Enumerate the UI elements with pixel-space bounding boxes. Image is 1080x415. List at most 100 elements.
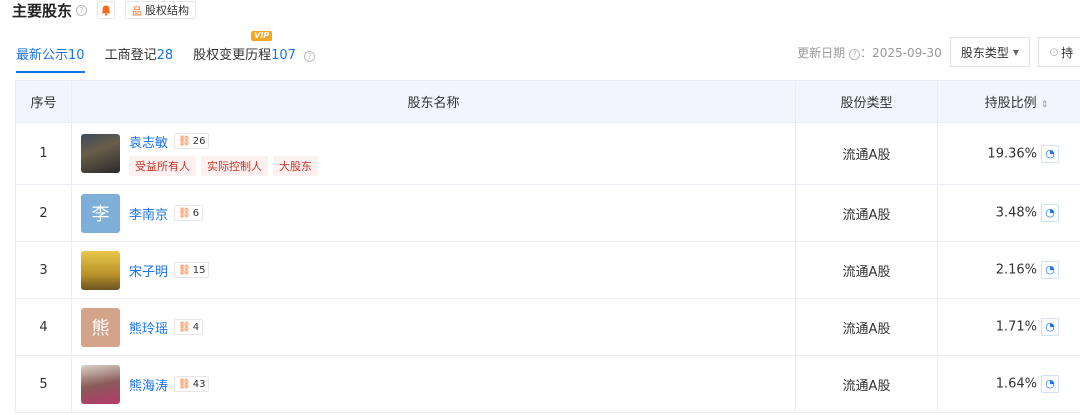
ratio-value: 1.64%: [995, 376, 1037, 392]
column-header-share-type: 股份类型: [795, 80, 938, 123]
ratio-value: 19.36%: [987, 146, 1037, 161]
caret-down-icon: ▼: [1012, 47, 1019, 57]
update-label: 更新日期: [797, 45, 846, 60]
share-type: 流通A股: [795, 122, 938, 185]
row-index: 3: [15, 241, 72, 299]
relation-count: 43: [192, 378, 206, 390]
table-row: 3 宋子明 ⛓ 15 流通A股 2.16% ◔: [15, 241, 1080, 299]
section-title: 主要股东: [12, 1, 73, 20]
avatar[interactable]: [81, 364, 120, 404]
ratio-cell: 3.48% ◔: [937, 184, 1080, 242]
row-index: 2: [15, 184, 72, 242]
pie-chart-icon[interactable]: ◔: [1041, 318, 1059, 336]
sort-icon[interactable]: ⇕: [1041, 100, 1049, 110]
holder-cell: 宋子明 ⛓ 15: [71, 241, 796, 299]
tab-count: 28: [156, 48, 174, 63]
table-row: 2 李 李南京 ⛓ 6 流通A股 3.48% ◔: [15, 184, 1080, 242]
shareholder-type-filter[interactable]: 股东类型 ▼: [949, 37, 1030, 67]
ratio-cell: 2.16% ◔: [937, 241, 1080, 299]
update-date: 更新日期? ：2025-09-30: [797, 44, 942, 61]
help-icon[interactable]: ?: [849, 48, 861, 60]
update-value: ：2025-09-30: [860, 45, 942, 60]
relation-icon: ⛓: [178, 264, 191, 276]
holder-name-link[interactable]: 宋子明: [129, 261, 168, 280]
follow-button[interactable]: [97, 1, 116, 19]
relation-icon: ⛓: [178, 135, 191, 147]
holder-name-link[interactable]: 熊玲瑶: [129, 318, 168, 337]
row-index: 1: [15, 122, 72, 185]
relation-count: 15: [192, 264, 206, 276]
tag-actual-controller: 实际控制人: [201, 155, 268, 176]
ratio-value: 1.71%: [995, 319, 1037, 335]
avatar[interactable]: 李: [81, 193, 120, 233]
avatar[interactable]: [81, 134, 120, 173]
share-type: 流通A股: [795, 241, 938, 299]
holder-name-link[interactable]: 李南京: [129, 204, 168, 223]
avatar[interactable]: [81, 250, 120, 290]
share-type: 流通A股: [795, 298, 938, 356]
column-header-ratio[interactable]: 持股比例 ⇕: [937, 80, 1080, 123]
relation-icon: ⛓: [178, 378, 191, 390]
pie-chart-icon[interactable]: ◔: [1041, 375, 1059, 393]
ratio-header-label: 持股比例: [984, 96, 1037, 111]
column-header-index: 序号: [15, 80, 72, 123]
tab-label: 工商登记: [104, 48, 157, 63]
holder-cell: 李 李南京 ⛓ 6: [71, 184, 796, 242]
help-icon[interactable]: ?: [76, 4, 88, 16]
tab-label: 最新公示: [16, 48, 69, 63]
tab-business-registration[interactable]: 工商登记28: [105, 44, 174, 73]
equity-structure-label: 股权结构: [145, 4, 190, 17]
tab-count: 10: [68, 48, 85, 63]
tab-count: 107: [271, 48, 296, 63]
bell-icon: [101, 5, 111, 16]
tab-bar: 最新公示10 工商登记28 VIP 股权变更历程107 ?: [16, 31, 335, 73]
table-row: 4 熊 熊玲瑶 ⛓ 4 流通A股 1.71% ◔: [15, 298, 1080, 356]
relation-badge[interactable]: ⛓ 26: [174, 133, 210, 149]
share-type: 流通A股: [795, 355, 938, 413]
toolbar: 更新日期? ：2025-09-30 股东类型 ▼ ⊙ 持: [797, 37, 1080, 67]
relation-badge[interactable]: ⛓ 15: [174, 262, 210, 278]
ratio-cell: 1.64% ◔: [937, 355, 1080, 413]
row-index: 4: [15, 298, 72, 356]
ratio-cell: 19.36% ◔: [937, 122, 1080, 185]
ratio-value: 2.16%: [995, 262, 1037, 278]
holder-name-link[interactable]: 熊海涛: [129, 375, 168, 394]
holding-filter[interactable]: ⊙ 持: [1038, 37, 1080, 67]
holder-name-link[interactable]: 袁志敏: [129, 132, 168, 151]
help-icon[interactable]: ?: [304, 51, 316, 62]
relation-icon: ⛓: [178, 321, 191, 333]
filter-label: 股东类型: [960, 45, 1009, 60]
relation-count: 4: [192, 321, 200, 333]
relation-count: 6: [192, 207, 200, 219]
ratio-cell: 1.71% ◔: [937, 298, 1080, 356]
shareholder-table: 序号 股东名称 股份类型 持股比例 ⇕ 1 袁志敏 ⛓ 26 受益所有人 实际控…: [15, 80, 1080, 413]
holder-cell: 熊 熊玲瑶 ⛓ 4: [71, 298, 796, 356]
holder-cell: 袁志敏 ⛓ 26 受益所有人 实际控制人 大股东: [71, 122, 796, 185]
section-header: 主要股东 ? 品 股权结构: [12, 0, 197, 20]
table-header-row: 序号 股东名称 股份类型 持股比例 ⇕: [15, 80, 1080, 123]
tab-latest-public[interactable]: 最新公示10: [16, 44, 85, 73]
tab-equity-change-history[interactable]: VIP 股权变更历程107 ?: [193, 31, 316, 73]
relation-count: 26: [192, 135, 206, 147]
share-type: 流通A股: [795, 184, 938, 242]
filter-label: 持: [1061, 45, 1074, 60]
equity-structure-button[interactable]: 品 股权结构: [125, 1, 197, 19]
holder-cell: 熊海涛 ⛓ 43: [71, 355, 796, 413]
table-row: 5 熊海涛 ⛓ 43 流通A股 1.64% ◔: [15, 355, 1080, 413]
relation-badge[interactable]: ⛓ 6: [174, 205, 204, 221]
tab-label: 股权变更历程: [193, 48, 272, 63]
relation-badge[interactable]: ⛓ 4: [174, 319, 204, 335]
pie-chart-icon[interactable]: ◔: [1041, 144, 1059, 163]
relation-icon: ⛓: [178, 207, 191, 219]
column-header-name: 股东名称: [71, 80, 796, 123]
ratio-value: 3.48%: [995, 205, 1037, 221]
relation-badge[interactable]: ⛓ 43: [174, 376, 210, 392]
table-row: 1 袁志敏 ⛓ 26 受益所有人 实际控制人 大股东 流通A股 19.36% ◔: [15, 122, 1080, 185]
vip-badge: VIP: [251, 31, 273, 41]
equity-structure-icon: 品: [132, 6, 143, 18]
help-icon: ⊙: [1049, 45, 1060, 59]
pie-chart-icon[interactable]: ◔: [1041, 261, 1059, 279]
avatar[interactable]: 熊: [81, 307, 120, 347]
row-index: 5: [15, 355, 72, 413]
pie-chart-icon[interactable]: ◔: [1041, 204, 1059, 222]
